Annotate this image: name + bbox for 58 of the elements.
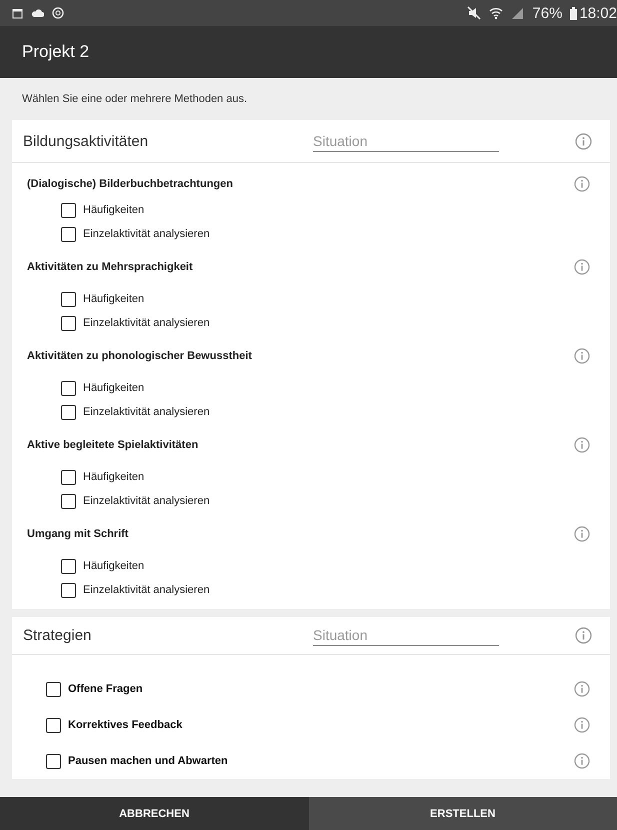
checkbox[interactable] — [61, 558, 76, 574]
info-icon[interactable] — [574, 753, 590, 769]
clock-time: 18:02 — [579, 4, 617, 22]
info-icon[interactable] — [574, 258, 590, 274]
situation-field[interactable]: Situation — [313, 130, 499, 152]
option-label: Einzelaktivität analysieren — [83, 495, 210, 507]
checkbox[interactable] — [61, 292, 76, 306]
group-title: Aktivitäten zu Mehrsprachigkeit — [27, 260, 194, 272]
wifi-icon — [489, 6, 504, 20]
checkbox[interactable] — [46, 718, 61, 732]
group-title: Aktivitäten zu phonologischer Bewusstheit — [27, 350, 253, 362]
checkbox[interactable] — [46, 754, 61, 768]
checkbox[interactable] — [61, 380, 76, 396]
calendar-icon — [12, 8, 23, 18]
strategy-label: Korrektives Feedback — [68, 719, 184, 731]
section-title: Bildungsaktivitäten — [23, 132, 150, 150]
option-label: Einzelaktivität analysieren — [83, 317, 210, 329]
cancel-button[interactable]: ABBRECHEN — [0, 797, 308, 830]
info-icon[interactable] — [574, 348, 590, 364]
group-title: (Dialogische) Bilderbuchbetrachtungen — [27, 178, 234, 190]
cloud-icon — [31, 8, 44, 18]
strategy-label: Pausen machen und Abwarten — [68, 755, 229, 767]
info-icon[interactable] — [575, 627, 592, 644]
checkbox[interactable] — [61, 226, 76, 242]
group-title: Umgang mit Schrift — [27, 528, 130, 540]
info-icon[interactable] — [574, 681, 590, 697]
option-label: Häufigkeiten — [83, 293, 144, 305]
group-title: Aktive begleitete Spielaktivitäten — [27, 438, 200, 450]
checkbox[interactable] — [61, 404, 76, 420]
info-icon[interactable] — [574, 717, 590, 733]
instruction-text: Wählen Sie eine oder mehrere Methoden aus. — [22, 93, 248, 105]
option-label: Häufigkeiten — [83, 204, 144, 216]
checkbox[interactable] — [61, 202, 76, 218]
checkbox[interactable] — [61, 470, 76, 484]
checkbox[interactable] — [46, 682, 61, 696]
checkbox[interactable] — [61, 316, 76, 330]
option-label: Häufigkeiten — [83, 382, 144, 394]
situation-field[interactable]: Situation — [313, 625, 499, 646]
battery-icon — [570, 6, 578, 20]
mute-icon — [467, 6, 482, 20]
info-icon[interactable] — [574, 436, 590, 452]
info-icon[interactable] — [574, 526, 590, 542]
checkbox[interactable] — [61, 582, 76, 598]
option-label: Einzelaktivität analysieren — [83, 228, 210, 240]
app-title: Projekt 2 — [22, 42, 90, 62]
info-icon[interactable] — [574, 176, 590, 192]
section-title: Strategien — [23, 627, 92, 644]
info-icon[interactable] — [575, 132, 592, 150]
create-button[interactable]: ERSTELLEN — [308, 797, 617, 830]
option-label: Häufigkeiten — [83, 560, 144, 572]
battery-percent: 76% — [532, 4, 562, 22]
signal-icon — [511, 6, 524, 20]
checkbox[interactable] — [61, 494, 76, 508]
strategy-label: Offene Fragen — [68, 683, 144, 695]
option-label: Häufigkeiten — [83, 471, 144, 483]
sync-icon — [52, 7, 64, 19]
option-label: Einzelaktivität analysieren — [83, 406, 210, 418]
option-label: Einzelaktivität analysieren — [83, 584, 210, 596]
